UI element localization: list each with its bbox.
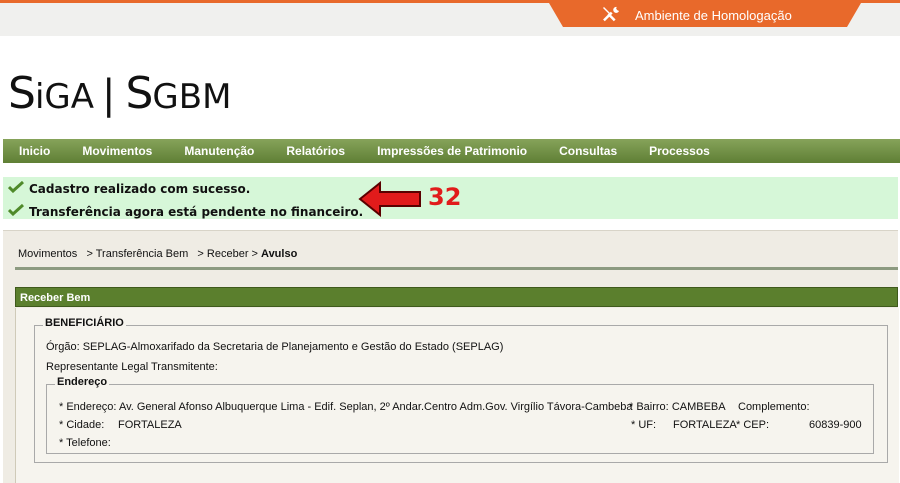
- cep-label: * CEP:: [736, 419, 770, 431]
- message-text: Cadastro realizado com sucesso.: [29, 181, 251, 196]
- telefone-label: * Telefone:: [59, 437, 111, 449]
- endereco-value: Av. General Afonso Albuquerque Lima - Ed…: [118, 401, 633, 413]
- beneficiario-legend: BENEFICIÁRIO: [43, 317, 126, 329]
- endereco-fieldset: Endereço * Endereço: Av. General Afonso …: [46, 376, 874, 454]
- complemento-label: Complemento:: [738, 401, 810, 413]
- endereco-row: * Endereço: Av. General Afonso Albuquerq…: [59, 401, 633, 413]
- nav-item-relatorios[interactable]: Relatórios: [286, 144, 345, 158]
- main-nav: Inicio Movimentos Manutenção Relatórios …: [3, 139, 900, 163]
- panel-body: BENEFICIÁRIO Órgão: SEPLAG-Almoxarifado …: [15, 308, 899, 483]
- cidade-value: FORTALEZA: [118, 419, 182, 431]
- breadcrumb-path[interactable]: Movimentos > Transferência Bem > Receber…: [18, 248, 261, 260]
- divider: [15, 267, 898, 270]
- endereco-legend: Endereço: [55, 376, 110, 388]
- panel-title: Receber Bem: [15, 287, 898, 307]
- cep-value: 60839-900: [809, 419, 862, 431]
- breadcrumb: Movimentos > Transferência Bem > Receber…: [18, 248, 297, 260]
- nav-item-inicio[interactable]: Inicio: [19, 144, 50, 158]
- bairro-label: * Bairro:: [629, 401, 669, 413]
- bairro-value: CAMBEBA: [671, 401, 726, 413]
- logo-separator: |: [102, 72, 116, 118]
- environment-label: Ambiente de Homologação: [635, 7, 792, 23]
- environment-tab: Ambiente de Homologação: [549, 3, 861, 27]
- endereco-label: * Endereço:: [59, 401, 117, 413]
- breadcrumb-current: Avulso: [261, 248, 298, 260]
- bairro-row: * Bairro: CAMBEBA: [629, 401, 726, 413]
- siga-sgbm-logo: SiGA | S GBM: [8, 68, 231, 128]
- nav-item-processos[interactable]: Processos: [649, 144, 710, 158]
- orgao-value: SEPLAG-Almoxarifado da Secretaria de Pla…: [82, 341, 504, 353]
- wrench-screwdriver-icon: [601, 5, 621, 26]
- uf-value: FORTALEZA: [673, 419, 737, 431]
- red-arrow-left-icon: [358, 180, 422, 222]
- logo-text-b: iGA: [34, 77, 94, 117]
- top-environment-bar: Ambiente de Homologação: [0, 0, 900, 36]
- logo-text-a: S: [8, 68, 36, 119]
- nav-item-consultas[interactable]: Consultas: [559, 144, 617, 158]
- annotation-number: 32: [428, 183, 462, 211]
- representante-label: Representante Legal Transmitente:: [46, 361, 218, 373]
- check-icon: [7, 203, 25, 219]
- nav-item-impressoes[interactable]: Impressões de Patrimonio: [377, 144, 527, 158]
- main-content: Movimentos > Transferência Bem > Receber…: [3, 230, 899, 483]
- check-icon: [7, 180, 25, 196]
- success-message: Cadastro realizado com sucesso.: [7, 180, 251, 196]
- orgao-label: Órgão:: [46, 341, 80, 353]
- cidade-label: * Cidade:: [59, 419, 105, 431]
- nav-item-manutencao[interactable]: Manutenção: [184, 144, 254, 158]
- message-text: Transferência agora está pendente no fin…: [29, 204, 364, 219]
- success-message: Transferência agora está pendente no fin…: [7, 203, 364, 219]
- beneficiario-fieldset: BENEFICIÁRIO Órgão: SEPLAG-Almoxarifado …: [34, 317, 888, 463]
- uf-label: * UF:: [631, 419, 657, 431]
- nav-item-movimentos[interactable]: Movimentos: [82, 144, 152, 158]
- logo-text-c: S: [125, 68, 153, 119]
- logo-text-d: GBM: [152, 77, 232, 117]
- orgao-row: Órgão: SEPLAG-Almoxarifado da Secretaria…: [46, 341, 503, 353]
